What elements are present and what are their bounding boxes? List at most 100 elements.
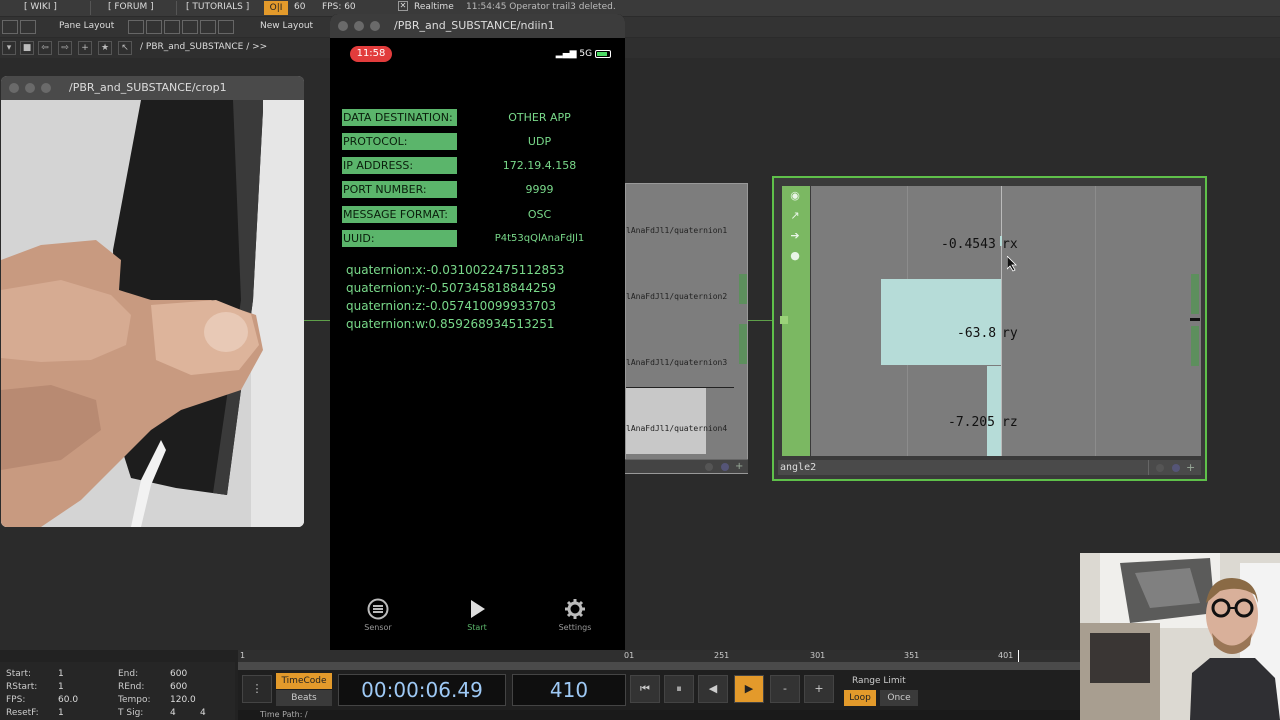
arrow-right-icon[interactable]: ➔ — [787, 228, 803, 244]
layout-1-icon[interactable] — [128, 20, 144, 34]
tick-label: 01 — [624, 651, 635, 660]
layout-3-icon[interactable] — [164, 20, 180, 34]
tab-start[interactable]: Start — [447, 598, 507, 632]
info-row-format[interactable]: MESSAGE FORMAT: OSC — [342, 206, 612, 223]
fps-readout: FPS: 60 — [322, 2, 356, 12]
angle-channel-viewer[interactable]: -0.4543 rx -63.8 ry -7.205 rz — [811, 186, 1201, 456]
beats-button[interactable]: Beats — [276, 690, 332, 706]
star-icon[interactable]: ★ — [98, 41, 112, 55]
info-row-protocol[interactable]: PROTOCOL: UDP — [342, 133, 612, 150]
rend-value[interactable]: 600 — [170, 682, 187, 692]
info-row-destination[interactable]: DATA DESTINATION: OTHER APP — [342, 109, 612, 126]
wire-crop — [304, 320, 330, 321]
realtime-checkbox[interactable]: ✕ — [398, 1, 408, 11]
start-value[interactable]: 1 — [58, 669, 64, 679]
info-value: UDP — [527, 135, 552, 148]
rstart-value[interactable]: 1 — [58, 682, 64, 692]
tab-settings[interactable]: Settings — [545, 598, 605, 632]
layout-5-icon[interactable] — [200, 20, 216, 34]
channel-label: lAnaFdJl1/quaternion2 — [626, 292, 728, 301]
play-forward-icon[interactable]: ▶ — [734, 675, 764, 703]
split-icon[interactable] — [2, 20, 18, 34]
home-icon[interactable] — [20, 20, 36, 34]
info-value: P4t53qQlAnaFdJl1 — [494, 233, 585, 244]
stop-icon[interactable]: ■ — [20, 41, 34, 55]
oi-toggle[interactable]: O|I — [264, 1, 288, 15]
forum-link[interactable]: [ FORUM ] — [108, 2, 154, 12]
skip-start-icon[interactable]: ⏮ — [630, 675, 660, 703]
channel-label: lAnaFdJl1/quaternion1 — [626, 226, 728, 235]
viewer-icon[interactable]: ◉ — [787, 188, 803, 204]
back-arrow-icon[interactable]: ⇦ — [38, 41, 52, 55]
forward-arrow-icon[interactable]: ⇨ — [58, 41, 72, 55]
wiki-link[interactable]: [ WIKI ] — [24, 2, 57, 12]
angle2-chop-node[interactable]: ◉ ↗ ➔ ● -0.4543 rx -63.8 ry -7.205 rz an — [772, 176, 1207, 481]
new-layout-button[interactable]: New Layout — [260, 21, 313, 31]
tsig-value-1[interactable]: 4 — [170, 708, 176, 718]
node-name[interactable]: angle2 — [780, 460, 816, 475]
tsig-value-2[interactable]: 4 — [200, 708, 206, 718]
crop1-viewer-window[interactable]: /PBR_and_SUBSTANCE/crop1 — [1, 76, 304, 527]
info-row-port[interactable]: PORT NUMBER: 9999 — [342, 181, 612, 198]
up-arrow-icon[interactable]: ↖ — [118, 41, 132, 55]
step-back-icon[interactable]: ◀ — [698, 675, 728, 703]
tab-sensor[interactable]: Sensor — [348, 598, 408, 632]
minimize-button[interactable] — [354, 21, 364, 31]
bypass-icon[interactable]: ● — [787, 248, 803, 264]
timecode-button[interactable]: TimeCode — [276, 673, 332, 689]
quaternion-z: quaternion:z:-0.057410099933703 — [346, 299, 556, 313]
timeline-ruler[interactable]: 1 01 251 301 351 401 — [238, 650, 1080, 662]
once-button[interactable]: Once — [880, 690, 918, 706]
tsig-label: T Sig: — [118, 708, 144, 718]
tab-label: Sensor — [364, 623, 392, 632]
rstart-label: RStart: — [6, 682, 38, 692]
channel-bar — [626, 388, 706, 454]
presenter-webcam — [1080, 553, 1280, 720]
tutorials-link[interactable]: [ TUTORIALS ] — [186, 2, 249, 12]
loop-button[interactable]: Loop — [844, 690, 876, 706]
rz-value: -7.205 — [948, 415, 995, 430]
quaternion-chop-node[interactable]: lAnaFdJl1/quaternion1 lAnaFdJl1/quaterni… — [625, 183, 748, 474]
chevron-down-icon[interactable]: ▾ — [2, 41, 16, 55]
maximize-button[interactable] — [41, 83, 51, 93]
ndiin1-viewer-window[interactable]: /PBR_and_SUBSTANCE/ndiin1 11:58 ▂▄▆ 5G D… — [330, 14, 625, 674]
fps-value[interactable]: 60.0 — [58, 695, 78, 705]
pause-icon[interactable]: ⏸ — [664, 675, 694, 703]
timeline-toggle[interactable]: ⋮ — [242, 675, 272, 703]
resetf-value[interactable]: 1 — [58, 708, 64, 718]
phone-window-titlebar[interactable]: /PBR_and_SUBSTANCE/ndiin1 — [330, 14, 625, 38]
phone-tab-bar: Sensor Start Settings — [330, 598, 625, 648]
step-plus-icon[interactable]: + — [804, 675, 834, 703]
crop-window-titlebar[interactable]: /PBR_and_SUBSTANCE/crop1 — [1, 76, 304, 100]
touchdesigner-screen: [ WIKI ] [ FORUM ] [ TUTORIALS ] O|I 60 … — [0, 0, 1280, 720]
timeline-track[interactable] — [238, 662, 1080, 670]
resetf-label: ResetF: — [6, 708, 39, 718]
layout-2-icon[interactable] — [146, 20, 162, 34]
window-title: /PBR_and_SUBSTANCE/crop1 — [69, 81, 227, 94]
info-row-uuid[interactable]: UUID: P4t53qQlAnaFdJl1 — [342, 230, 612, 247]
path-bar: ▾ ■ ⇦ ⇨ + ★ ↖ / PBR_and_SUBSTANCE / >> — [0, 38, 1280, 58]
close-button[interactable] — [338, 21, 348, 31]
phone-status: ▂▄▆ 5G — [556, 49, 611, 59]
channel-label: lAnaFdJl1/quaternion3 — [626, 358, 728, 367]
layout-4-icon[interactable] — [182, 20, 198, 34]
timecode-display[interactable]: 00:00:06.49 — [338, 674, 506, 706]
ry-label: ry — [1002, 326, 1018, 341]
graph-icon[interactable]: ↗ — [787, 208, 803, 224]
angle-node-footer: angle2 + — [778, 460, 1201, 475]
tempo-value[interactable]: 120.0 — [170, 695, 196, 705]
frame-display[interactable]: 410 — [512, 674, 626, 706]
angle-input-connector[interactable] — [780, 316, 788, 324]
maximize-button[interactable] — [370, 21, 380, 31]
window-title: /PBR_and_SUBSTANCE/ndiin1 — [394, 19, 555, 32]
info-row-ip[interactable]: IP ADDRESS: 172.19.4.158 — [342, 157, 612, 174]
close-button[interactable] — [9, 83, 19, 93]
play-icon — [471, 600, 485, 618]
step-minus-icon[interactable]: - — [770, 675, 800, 703]
plus-icon[interactable]: + — [78, 41, 92, 55]
end-label: End: — [118, 669, 139, 679]
network-path[interactable]: / PBR_and_SUBSTANCE / >> — [140, 42, 267, 52]
layout-6-icon[interactable] — [218, 20, 234, 34]
end-value[interactable]: 600 — [170, 669, 187, 679]
minimize-button[interactable] — [25, 83, 35, 93]
